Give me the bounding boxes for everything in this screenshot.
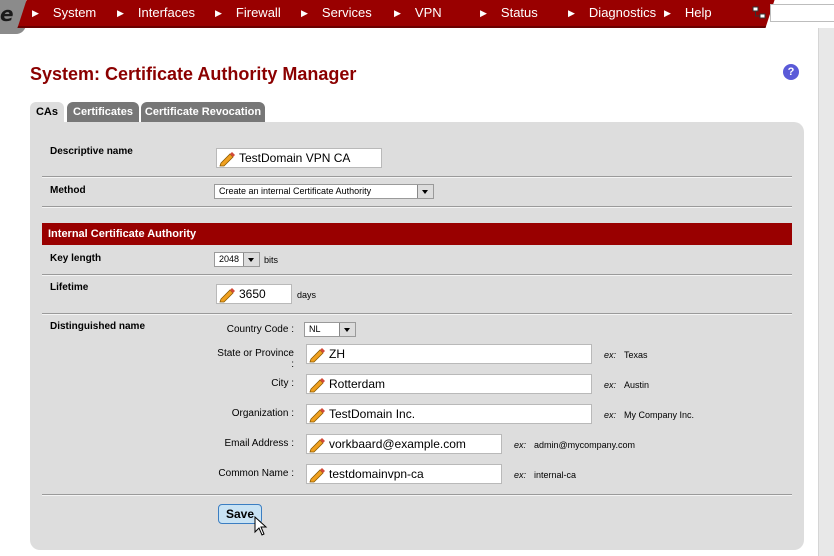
email-example: admin@mycompany.com [534, 440, 635, 450]
common-name-field[interactable]: testdomainvpn-ca [306, 464, 502, 484]
pencil-icon [309, 408, 325, 423]
pencil-icon [309, 378, 325, 393]
email-example-prefix: ex: [514, 440, 527, 450]
city-example-prefix: ex: [604, 380, 617, 390]
lifetime-field[interactable]: 3650 [216, 284, 292, 304]
common-name-label: Common Name : [218, 468, 294, 479]
city-label: City : [271, 378, 294, 389]
city-field[interactable]: Rotterdam [306, 374, 592, 394]
city-example: Austin [624, 380, 650, 390]
tab-certificate-revocation[interactable]: Certificate Revocation [141, 102, 265, 122]
organization-example-prefix: ex: [604, 410, 617, 420]
key-length-label: Key length [50, 253, 102, 264]
lifetime-unit: days [297, 290, 317, 300]
organization-label: Organization : [231, 408, 294, 419]
mouse-pointer-icon [254, 516, 268, 536]
organization-value: TestDomain Inc. [329, 407, 416, 421]
tab-cas[interactable]: CAs [30, 102, 64, 122]
menu-item-help[interactable]: ▶ Help [664, 5, 712, 20]
logo-letter: e [0, 2, 14, 26]
country-code-label: Country Code : [226, 324, 294, 335]
country-code-select[interactable]: NL [304, 322, 356, 337]
divider [42, 494, 792, 496]
method-label: Method [50, 185, 86, 196]
common-name-example-prefix: ex: [514, 470, 527, 480]
section-header-internal-ca: Internal Certificate Authority [42, 223, 792, 245]
state-label: State or Province : [217, 348, 294, 370]
email-value: vorkbaard@example.com [329, 437, 466, 451]
email-field[interactable]: vorkbaard@example.com [306, 434, 502, 454]
key-length-value: 2048 [219, 254, 240, 264]
state-example-prefix: ex: [604, 350, 617, 360]
method-select[interactable]: Create an internal Certificate Authority [214, 184, 434, 199]
menu-item-system[interactable]: ▶ System [32, 5, 96, 20]
state-example: Texas [624, 350, 648, 360]
chevron-down-icon [417, 185, 433, 198]
divider [42, 274, 792, 276]
state-value: ZH [329, 347, 345, 361]
organization-field[interactable]: TestDomain Inc. [306, 404, 592, 424]
network-icon[interactable] [752, 6, 766, 20]
common-name-example: internal-ca [534, 470, 577, 480]
descriptive-name-label: Descriptive name [50, 146, 133, 157]
common-name-value: testdomainvpn-ca [329, 467, 424, 481]
lifetime-label: Lifetime [50, 282, 89, 293]
pencil-icon [219, 288, 235, 303]
lifetime-value: 3650 [239, 287, 266, 301]
page-title: System: Certificate Authority Manager [30, 64, 357, 84]
tab-certificates[interactable]: Certificates [67, 102, 139, 122]
top-navigation: e ▶ System ▶ Interfaces ▶ Firewall ▶ Service… [0, 0, 834, 34]
chevron-down-icon [339, 323, 355, 336]
key-length-unit: bits [264, 255, 279, 265]
pencil-icon [309, 348, 325, 363]
state-field[interactable]: ZH [306, 344, 592, 364]
distinguished-name-label: Distinguished name [50, 321, 146, 332]
menu-item-firewall[interactable]: ▶ Firewall [215, 5, 281, 20]
descriptive-name-value: TestDomain VPN CA [239, 151, 351, 165]
help-icon[interactable]: ? [783, 64, 799, 80]
menu-item-services[interactable]: ▶ Services [301, 5, 372, 20]
search-input[interactable] [770, 4, 834, 22]
descriptive-name-field[interactable]: TestDomain VPN CA [216, 148, 382, 168]
method-value: Create an internal Certificate Authority [219, 186, 372, 196]
menu-item-status[interactable]: ▶ Status [480, 5, 538, 20]
email-label: Email Address : [224, 438, 294, 449]
window-edge [818, 28, 834, 556]
divider [42, 176, 792, 178]
city-value: Rotterdam [329, 377, 386, 391]
pencil-icon [309, 468, 325, 483]
organization-example: My Company Inc. [624, 410, 695, 420]
menu-item-interfaces[interactable]: ▶ Interfaces [117, 5, 195, 20]
menu-item-diagnostics[interactable]: ▶ Diagnostics [568, 5, 656, 20]
pencil-icon [219, 152, 235, 167]
divider [42, 206, 792, 208]
pencil-icon [309, 438, 325, 453]
menu-item-vpn[interactable]: ▶ VPN [394, 5, 442, 20]
country-code-value: NL [309, 324, 321, 334]
divider [42, 313, 792, 315]
chevron-down-icon [243, 253, 259, 266]
main-panel: Descriptive name TestDomain VPN CA Metho… [30, 122, 804, 550]
key-length-select[interactable]: 2048 [214, 252, 260, 267]
